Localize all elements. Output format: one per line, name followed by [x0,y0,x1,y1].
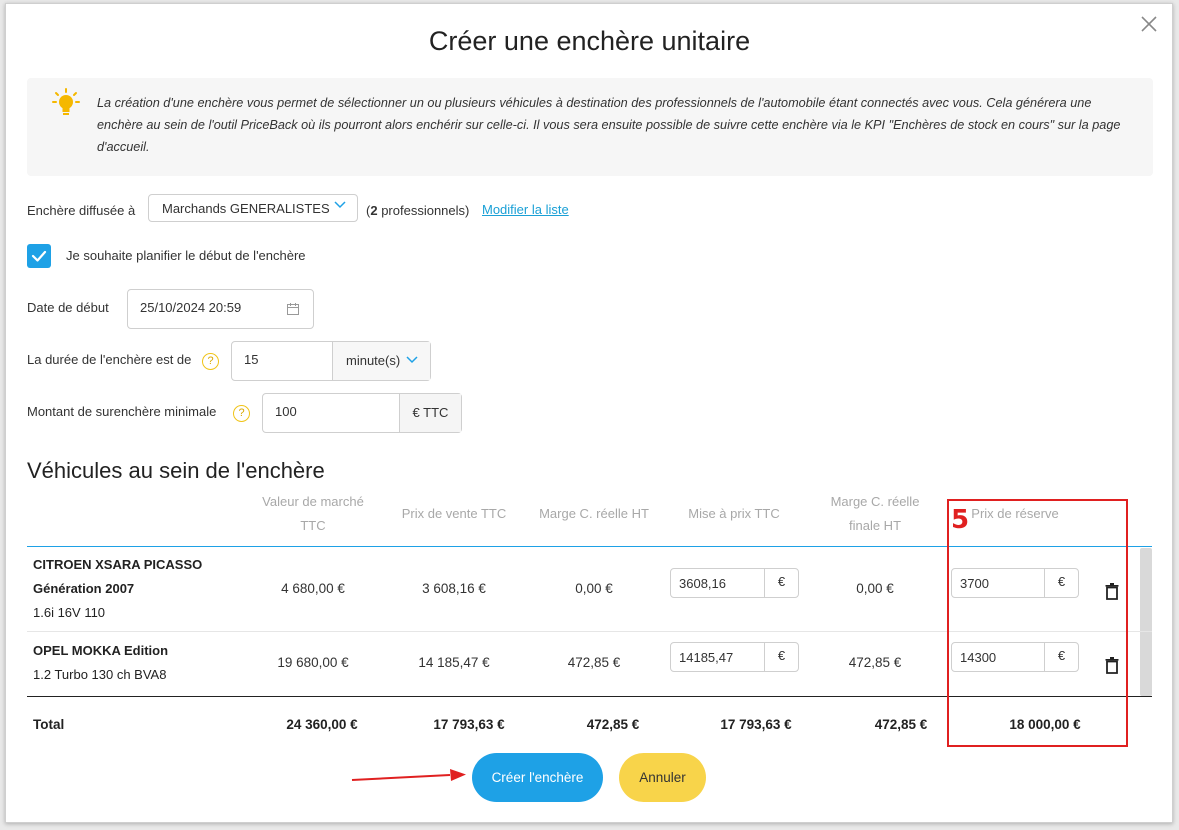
overbid-unit: € TTC [399,394,461,432]
final-margin: 472,85 € [848,655,902,670]
annotation-highlight-box [947,499,1128,747]
total-sale-price: 17 793,63 € [433,717,505,732]
vehicle-name: OPEL MOKKA Edition 1.2 Turbo 130 ch BVA8 [33,639,168,687]
total-label: Total [33,717,65,732]
calendar-icon[interactable] [286,302,300,316]
help-icon[interactable]: ? [233,405,250,422]
margin: 0,00 € [575,581,613,596]
vehicle-name-l1: CITROEN XSARA PICASSO [33,557,203,572]
professionals-count: (2 professionnels) [366,203,469,218]
sale-price: 14 185,47 € [418,655,490,670]
vehicle-version: 1.2 Turbo 130 ch BVA8 [33,667,167,682]
start-date-value: 25/10/2024 20:59 [140,300,242,315]
vehicle-name: CITROEN XSARA PICASSO Génération 2007 1.… [33,553,202,625]
schedule-label: Je souhaite planifier le début de l'ench… [66,248,306,263]
broadcast-label: Enchère diffusée à [27,203,136,218]
header-market-l2: TTC [300,518,326,533]
market-value: 4 680,00 € [281,581,345,596]
market-value: 19 680,00 € [277,655,349,670]
currency-addon: € [764,643,798,671]
header-listing-price: Mise à prix TTC [688,506,780,521]
dialog-title: Créer une enchère unitaire [428,26,751,56]
info-text: La création d'une enchère vous permet de… [97,96,1121,154]
annotation-step-number: 5 [951,505,970,535]
chevron-down-icon[interactable] [334,201,346,209]
cancel-button[interactable]: Annuler [619,753,706,802]
header-final-margin: Marge C. réelle finale HT [810,490,940,538]
margin: 472,85 € [567,655,621,670]
listing-price-input[interactable]: 14185,47 € [670,642,799,672]
modify-list-link[interactable]: Modifier la liste [482,202,569,217]
listing-price-input[interactable]: 3608,16 € [670,568,799,598]
total-market-value: 24 360,00 € [286,717,358,732]
header-final-margin-l2: finale HT [848,518,902,533]
sale-price: 3 608,16 € [422,581,486,596]
broadcast-select[interactable]: Marchands GENERALISTES [148,194,358,222]
listing-price-value: 3608,16 [679,576,726,591]
lightbulb-icon [52,88,80,115]
annotation-arrow-icon [351,769,466,781]
final-margin: 0,00 € [856,581,894,596]
header-margin: Marge C. réelle HT [539,506,649,521]
overbid-value: 100 [275,404,297,419]
vehicle-name-l2: Génération 2007 [33,581,135,596]
vehicles-section-title: Véhicules au sein de l'enchère [27,458,325,483]
table-scrollbar[interactable] [1140,548,1152,696]
start-date-label: Date de début [27,300,109,315]
duration-value: 15 [244,352,259,367]
create-auction-button[interactable]: Créer l'enchère [472,753,603,802]
header-sale-price: Prix de vente TTC [401,506,507,521]
total-margin: 472,85 € [586,717,640,732]
pros-suffix: professionnels) [381,203,470,218]
listing-price-value: 14185,47 [679,650,734,665]
vehicle-name-l1: OPEL MOKKA Edition [33,643,169,658]
header-market-l1: Valeur de marché [262,494,364,509]
pros-count-number: 2 [370,203,378,218]
header-final-margin-l1: Marge C. réelle [830,494,920,509]
help-icon[interactable]: ? [202,353,219,370]
chevron-down-icon[interactable] [406,356,418,364]
currency-addon: € [764,569,798,597]
check-icon [31,250,47,262]
vehicle-version: 1.6i 16V 110 [33,605,106,620]
duration-unit: minute(s) [346,353,401,368]
overbid-label: Montant de surenchère minimale [27,404,217,419]
duration-label: La durée de l'enchère est de [27,352,192,367]
total-listing-price: 17 793,63 € [720,717,792,732]
schedule-checkbox[interactable] [27,244,51,268]
header-market-value: Valeur de marché TTC [248,490,378,538]
broadcast-value: Marchands GENERALISTES [162,201,330,216]
